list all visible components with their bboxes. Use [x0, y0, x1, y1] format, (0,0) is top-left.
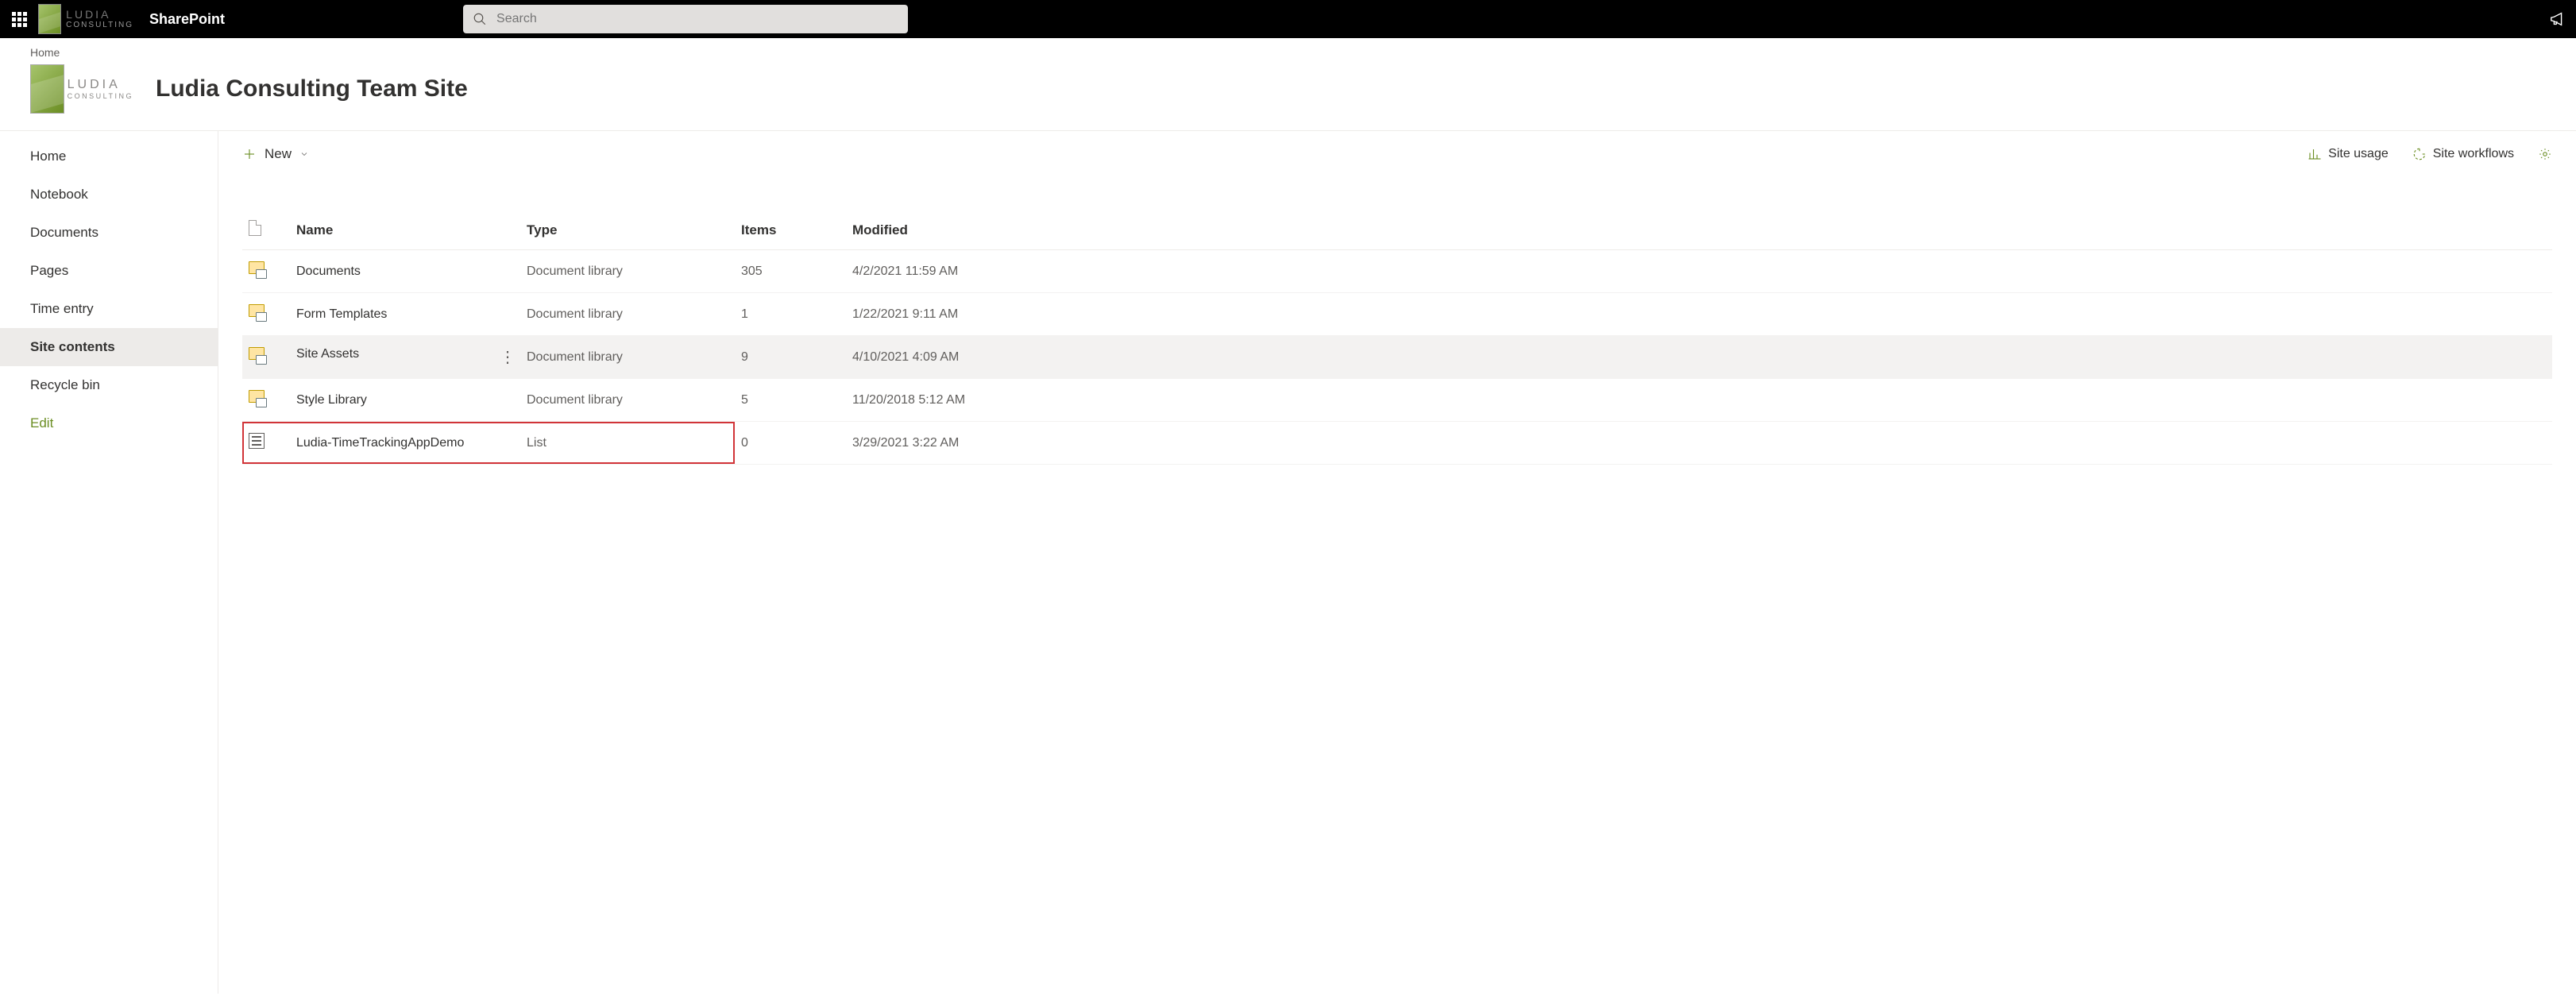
nav-pages[interactable]: Pages [0, 252, 218, 290]
col-type[interactable]: Type [520, 210, 735, 250]
nav-home[interactable]: Home [0, 137, 218, 176]
col-modified[interactable]: Modified [846, 210, 2552, 250]
plus-icon [242, 147, 257, 161]
doclib-icon [249, 390, 265, 406]
settings-icon[interactable] [2538, 147, 2552, 161]
workflow-icon [2412, 147, 2427, 161]
doclib-icon [249, 347, 265, 363]
command-bar: New Site usage Site workflows [218, 131, 2576, 177]
nav-edit[interactable]: Edit [0, 404, 218, 442]
table-row[interactable]: Style Library Document library 5 11/20/2… [242, 379, 2552, 422]
megaphone-icon[interactable] [2549, 10, 2566, 28]
breadcrumb-home[interactable]: Home [30, 46, 60, 59]
table-row[interactable]: Documents Document library 305 4/2/2021 … [242, 250, 2552, 293]
nav-recycle-bin[interactable]: Recycle bin [0, 366, 218, 404]
list-icon [249, 433, 265, 449]
tenant-name-top: LUDIA [66, 9, 133, 21]
table-row[interactable]: Site Assets⋮ Document library 9 4/10/202… [242, 336, 2552, 379]
col-items[interactable]: Items [735, 210, 846, 250]
nav-site-contents[interactable]: Site contents [0, 328, 218, 366]
file-icon [249, 220, 261, 236]
new-label: New [265, 146, 292, 162]
site-logo[interactable]: LUDIACONSULTING [30, 62, 133, 116]
tenant-name-bottom: CONSULTING [66, 21, 133, 29]
nav-documents[interactable]: Documents [0, 214, 218, 252]
row-menu-icon[interactable]: ⋮ [500, 347, 514, 367]
suite-bar: LUDIACONSULTING SharePoint [0, 0, 2576, 38]
chart-icon [2308, 147, 2322, 161]
left-nav: Home Notebook Documents Pages Time entry… [0, 131, 218, 994]
col-name[interactable]: Name [290, 210, 520, 250]
site-usage-button[interactable]: Site usage [2308, 147, 2389, 161]
app-launcher-icon[interactable] [6, 6, 32, 32]
nav-notebook[interactable]: Notebook [0, 176, 218, 214]
contents-table: Name Type Items Modified Documents Docum… [242, 210, 2552, 465]
tenant-logo[interactable]: LUDIACONSULTING [38, 3, 133, 35]
doclib-icon [249, 304, 265, 320]
nav-time-entry[interactable]: Time entry [0, 290, 218, 328]
chevron-down-icon [299, 149, 309, 159]
app-name[interactable]: SharePoint [149, 11, 225, 28]
site-title: Ludia Consulting Team Site [156, 75, 468, 102]
doclib-icon [249, 261, 265, 277]
search-input[interactable] [496, 12, 898, 26]
site-workflows-button[interactable]: Site workflows [2412, 147, 2514, 161]
table-row-highlighted[interactable]: Ludia-TimeTrackingAppDemo List 0 3/29/20… [242, 422, 2552, 465]
new-button[interactable]: New [242, 146, 309, 162]
search-box[interactable] [463, 5, 908, 33]
search-icon [473, 12, 487, 26]
site-header: Home LUDIACONSULTING Ludia Consulting Te… [0, 38, 2576, 131]
table-row[interactable]: Form Templates Document library 1 1/22/2… [242, 293, 2552, 336]
